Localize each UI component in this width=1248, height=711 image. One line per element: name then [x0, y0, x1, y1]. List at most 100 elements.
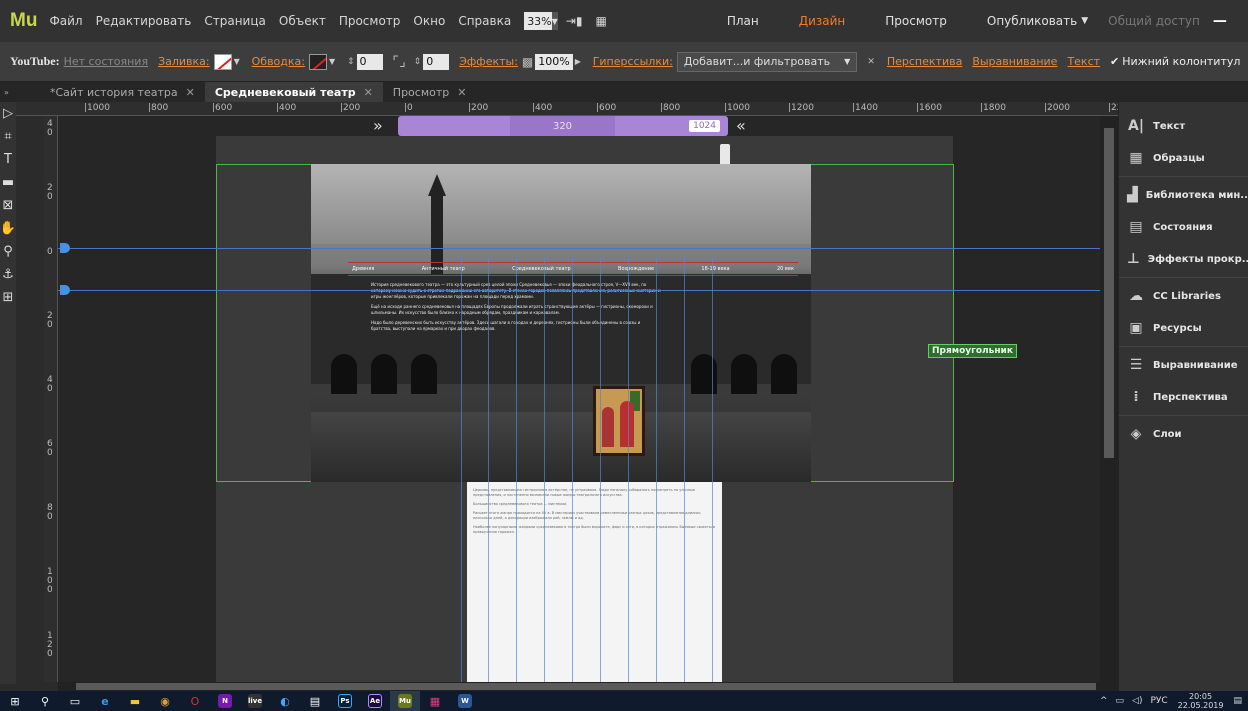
panel-align[interactable]: ☰ Выравнивание: [1119, 349, 1248, 381]
stroke-width-field[interactable]: 0: [356, 53, 383, 70]
edge-icon[interactable]: e: [90, 691, 120, 711]
corner-spinner-icon[interactable]: ⇕: [414, 57, 422, 67]
mode-publish[interactable]: Опубликовать: [987, 14, 1077, 28]
panel-states[interactable]: ▤ Состояния: [1119, 211, 1248, 243]
panel-layers[interactable]: ◈ Слои: [1119, 418, 1248, 450]
taskbar-app[interactable]: N: [210, 691, 240, 711]
vertical-scrollbar[interactable]: [1100, 116, 1118, 682]
notepad-icon[interactable]: ▤: [300, 691, 330, 711]
mosaic-app-icon[interactable]: ▦: [420, 691, 450, 711]
menu-page[interactable]: Страница: [204, 14, 266, 28]
nav-item[interactable]: 20 век: [773, 263, 798, 275]
tab-medieval-theatre[interactable]: Средневековый театр ✕: [204, 82, 383, 102]
close-tab-icon[interactable]: ✕: [457, 86, 466, 99]
skype-icon[interactable]: ◐: [270, 691, 300, 711]
corner-radius-field[interactable]: 0: [423, 53, 450, 70]
design-canvas[interactable]: » 320 1024 « Древняя Античный театр Сред…: [58, 116, 1118, 682]
state-link[interactable]: Нет состояния: [64, 55, 148, 68]
menu-window[interactable]: Окно: [413, 14, 445, 28]
opera-icon[interactable]: O: [180, 691, 210, 711]
zoom-tool-icon[interactable]: ⚲: [0, 240, 16, 263]
start-button-icon[interactable]: ⊞: [0, 691, 30, 711]
stroke-dropdown-icon[interactable]: ▼: [329, 54, 341, 70]
taskbar-app[interactable]: live: [240, 691, 270, 711]
horizontal-scrollbar[interactable]: [58, 682, 1118, 691]
hyperlink-select[interactable]: Добавит...и фильтровать ▼: [676, 51, 858, 72]
menu-object[interactable]: Объект: [279, 14, 326, 28]
volume-icon[interactable]: ◁): [1132, 696, 1142, 706]
fill-swatch[interactable]: [213, 53, 232, 70]
breakpoint-value-badge[interactable]: 1024: [689, 120, 720, 132]
grid-icon[interactable]: ▦: [595, 14, 606, 28]
chrome-icon[interactable]: ◉: [150, 691, 180, 711]
task-view-icon[interactable]: ▭: [60, 691, 90, 711]
stroke-swatch[interactable]: [308, 53, 327, 70]
minimize-button[interactable]: —: [1200, 0, 1240, 42]
explorer-icon[interactable]: ▬: [120, 691, 150, 711]
horizontal-scroll-thumb[interactable]: [76, 683, 1096, 690]
tab-site-history[interactable]: *Сайт история театра ✕: [40, 82, 205, 102]
taskbar-app[interactable]: Mu: [390, 691, 420, 711]
panel-text[interactable]: A| Текст: [1119, 110, 1248, 142]
restore-button[interactable]: ❐: [1240, 0, 1248, 42]
network-icon[interactable]: ▭: [1116, 696, 1125, 706]
taskbar-app[interactable]: W: [450, 691, 480, 711]
hyperlink-clear-icon[interactable]: ✕: [867, 57, 875, 67]
notifications-icon[interactable]: ▤: [1233, 696, 1242, 706]
effects-link[interactable]: Эффекты:: [459, 55, 518, 68]
arrange-icon[interactable]: ⇥▮: [566, 14, 583, 28]
panel-cc-libraries[interactable]: ☁ CC Libraries: [1119, 280, 1248, 312]
guide-handle-icon[interactable]: [60, 285, 70, 295]
vertical-ruler[interactable]: 4 0 2 0 0 2 0 4 0 6 0 8 0 1 0 0 1 2 0: [44, 116, 58, 682]
menu-file[interactable]: Файл: [49, 14, 82, 28]
anchor-tool-icon[interactable]: ⚓: [0, 263, 16, 286]
horizontal-guide[interactable]: [58, 248, 1118, 249]
panel-swatches[interactable]: ▦ Образцы: [1119, 142, 1248, 174]
nav-item[interactable]: Древняя: [348, 263, 378, 275]
taskbar-app[interactable]: Ps: [330, 691, 360, 711]
menu-help[interactable]: Справка: [458, 14, 511, 28]
guide-handle-icon[interactable]: [60, 243, 70, 253]
panel-scroll-effects[interactable]: ⊥ Эффекты прокр...: [1119, 243, 1248, 275]
hand-tool-icon[interactable]: ✋: [0, 217, 16, 240]
perspective-link[interactable]: Перспектива: [887, 55, 962, 68]
breakpoint-320[interactable]: 320: [510, 116, 615, 136]
footer-checkbox-icon[interactable]: ✔: [1110, 55, 1119, 68]
frame-tool-icon[interactable]: ⊠: [0, 194, 16, 217]
horizontal-guide[interactable]: [58, 290, 1118, 291]
menu-view[interactable]: Просмотр: [339, 14, 401, 28]
fill-link[interactable]: Заливка:: [158, 55, 210, 68]
breakpoint-left-chevron-icon[interactable]: »: [373, 116, 383, 135]
stroke-spinner-icon[interactable]: ⇕: [347, 57, 355, 67]
mode-design[interactable]: Дизайн: [799, 14, 846, 28]
text-tool-icon[interactable]: T: [0, 148, 16, 171]
ruler-guides-icon[interactable]: ⊞: [0, 286, 16, 309]
tab-expand-icon[interactable]: »: [0, 82, 40, 102]
stroke-link[interactable]: Обводка:: [252, 55, 305, 68]
panel-perspective[interactable]: ⁞ Перспектива: [1119, 381, 1248, 413]
site-nav-menu[interactable]: Древняя Античный театр Средневековый теа…: [348, 262, 798, 276]
mode-preview[interactable]: Просмотр: [885, 14, 947, 28]
breakpoint-right-chevron-icon[interactable]: «: [736, 116, 746, 135]
publish-dropdown-icon[interactable]: ▼: [1081, 16, 1088, 26]
language-indicator[interactable]: РУС: [1150, 696, 1167, 706]
mode-plan[interactable]: План: [727, 14, 759, 28]
vertical-scroll-thumb[interactable]: [1104, 128, 1114, 458]
text-link[interactable]: Текст: [1067, 55, 1100, 68]
fill-dropdown-icon[interactable]: ▼: [234, 54, 246, 70]
opacity-arrow-icon[interactable]: ▶: [575, 54, 587, 70]
taskbar-app[interactable]: Ae: [360, 691, 390, 711]
close-tab-icon[interactable]: ✕: [364, 86, 373, 99]
menu-edit[interactable]: Редактировать: [96, 14, 192, 28]
nav-item[interactable]: Средневековый театр: [508, 263, 575, 275]
panel-widgets-library[interactable]: ▟ Библиотека мин...: [1119, 179, 1248, 211]
panel-assets[interactable]: ▣ Ресурсы: [1119, 312, 1248, 344]
opacity-field[interactable]: 100%: [535, 53, 573, 70]
breakpoint-bar[interactable]: 320 1024: [398, 116, 728, 136]
selection-tool-icon[interactable]: ▷: [0, 102, 16, 125]
hyperlinks-link[interactable]: Гиперссылки:: [593, 55, 673, 68]
tab-preview[interactable]: Просмотр ✕: [383, 82, 477, 102]
rectangle-tool-icon[interactable]: ▬: [0, 171, 16, 194]
close-tab-icon[interactable]: ✕: [186, 86, 195, 99]
crop-tool-icon[interactable]: ⌗: [0, 125, 16, 148]
